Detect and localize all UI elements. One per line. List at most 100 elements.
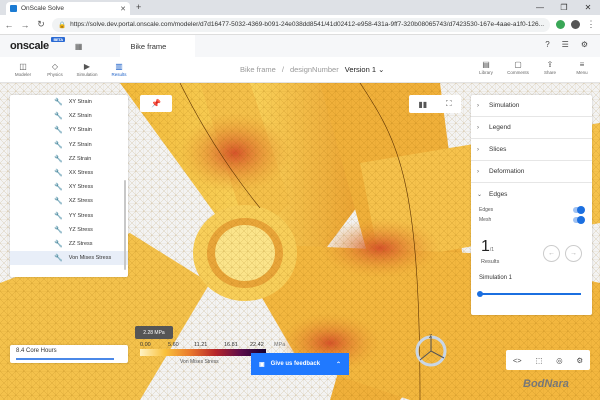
section-slices[interactable]: › Slices [471, 139, 592, 161]
close-tab-icon[interactable]: ✕ [120, 5, 126, 13]
back-icon[interactable]: ← [4, 20, 14, 30]
legend-tick: 22.42 [250, 342, 264, 348]
profile-icon[interactable] [571, 20, 580, 29]
list-item[interactable]: 🔧 ZZ Strain [10, 152, 128, 166]
feedback-button[interactable]: ▣ Give us feedback ⌃ [251, 353, 349, 375]
simulation-button[interactable]: ▶ Simulation [72, 62, 102, 77]
document-tab[interactable]: Bike frame [120, 35, 196, 57]
chevron-right-icon: › [477, 124, 479, 131]
new-tab-icon[interactable]: + [136, 2, 141, 12]
browser-tab[interactable]: OnScale Solve ✕ [6, 2, 130, 15]
forward-icon[interactable]: → [20, 20, 30, 30]
section-legend[interactable]: › Legend [471, 117, 592, 139]
pin-button[interactable]: 📌 [140, 95, 172, 112]
results-label: Results [111, 72, 127, 77]
breadcrumb-design[interactable]: designNumber [290, 65, 339, 74]
list-item[interactable]: 🔧 YZ Stress [10, 223, 128, 237]
next-result-button[interactable]: → [565, 245, 582, 262]
result-label: Von Mises Stress [68, 255, 112, 262]
breadcrumb: Bike frame / designNumber Version 1 ⌄ [240, 65, 384, 74]
orientation-triad[interactable]: Z [410, 330, 452, 372]
section-label: Edges [489, 190, 508, 198]
version-dropdown[interactable]: Version 1 ⌄ [345, 65, 385, 74]
wrench-icon: 🔧 [54, 184, 63, 192]
list-item-selected[interactable]: 🔧 Von Mises Stress [10, 251, 128, 266]
color-legend-bar [140, 349, 266, 356]
fit-view-icon[interactable]: ⛶ [446, 99, 452, 109]
simulation-slider[interactable] [477, 291, 581, 297]
menu-button[interactable]: ≡ Menu [570, 60, 594, 75]
help-icon[interactable]: ? [545, 40, 549, 49]
mesh-toggle[interactable] [573, 216, 585, 224]
core-hours-bar [16, 358, 114, 360]
toolbar-right: ▤ Library ▢ Comments ⇪ Share ≡ Menu [472, 60, 594, 75]
list-item[interactable]: 🔧 XX Stress [10, 166, 128, 180]
minimize-icon[interactable]: — [528, 0, 552, 15]
close-window-icon[interactable]: ✕ [576, 0, 600, 15]
address-bar: ← → ↻ 🔒 https://solve.dev.portal.onscale… [0, 15, 600, 35]
wrench-icon: 🔧 [54, 155, 63, 163]
wrench-icon: 🔧 [54, 255, 63, 263]
previous-result-button[interactable]: ← [543, 245, 560, 262]
mesh-label: Mesh [479, 217, 492, 223]
edges-toggle[interactable] [573, 206, 585, 214]
browser-tab-title: OnScale Solve [21, 5, 64, 12]
comments-button[interactable]: ▢ Comments [506, 60, 530, 75]
account-icon[interactable]: ⚙ [581, 40, 588, 49]
list-item[interactable]: 🔧 XZ Stress [10, 194, 128, 208]
legend-name: Von Mises Stress [180, 359, 219, 365]
result-label: XX Stress [68, 170, 94, 177]
result-label: XZ Strain [68, 113, 92, 120]
library-label: Library [479, 70, 493, 75]
library-button[interactable]: ▤ Library [474, 60, 498, 75]
wrench-icon: 🔧 [54, 113, 63, 121]
result-label: XY Stress [68, 184, 94, 191]
physics-icon: ◇ [51, 62, 59, 71]
chevron-down-icon: ⌄ [477, 191, 483, 198]
list-item[interactable]: 🔧 YY Stress [10, 209, 128, 223]
settings-sliders-icon[interactable]: ☰ [562, 40, 569, 49]
legend-tick: 5.60 [168, 342, 179, 348]
wrench-icon: 🔧 [54, 127, 63, 135]
browser-menu-icon[interactable]: ⋮ [586, 19, 596, 30]
list-item[interactable]: 🔧 XZ Strain [10, 109, 128, 123]
list-item[interactable]: 🔧 XY Strain [10, 95, 128, 109]
reload-icon[interactable]: ↻ [36, 19, 46, 30]
result-counter: 1/1 [481, 238, 494, 256]
bar-chart-icon[interactable]: ▮▮ [418, 100, 427, 109]
code-icon[interactable]: <> [513, 356, 522, 365]
url-field[interactable]: 🔒 https://solve.dev.portal.onscale.com/m… [52, 17, 550, 32]
section-edges[interactable]: ⌄ Edges [471, 183, 592, 205]
maximize-icon[interactable]: ❐ [552, 0, 576, 15]
apps-grid-icon[interactable]: ▦ [75, 42, 83, 51]
list-scrollbar[interactable] [124, 180, 126, 270]
chevron-right-icon: › [477, 168, 479, 175]
result-number: 1 [481, 238, 490, 255]
view-cube-icon[interactable]: ⬚ [535, 356, 542, 365]
legend-tick: 16.81 [224, 342, 238, 348]
gear-icon[interactable]: ⚙ [576, 356, 583, 365]
breadcrumb-project[interactable]: Bike frame [240, 65, 276, 74]
wrench-icon: 🔧 [54, 170, 63, 178]
wrench-icon: 🔧 [54, 226, 63, 234]
section-deformation[interactable]: › Deformation [471, 161, 592, 183]
list-item[interactable]: 🔧 XY Stress [10, 180, 128, 194]
share-button[interactable]: ⇪ Share [538, 60, 562, 75]
onscale-logo[interactable]: onscale BETA [10, 37, 65, 52]
extension-icon[interactable] [556, 20, 565, 29]
camera-icon[interactable]: ◎ [556, 356, 563, 365]
legend-unit: MPa [274, 342, 286, 348]
section-simulation[interactable]: › Simulation [471, 95, 592, 117]
list-item[interactable]: 🔧 YZ Strain [10, 138, 128, 152]
results-button[interactable]: ▥ Results [104, 62, 134, 77]
result-label: YZ Stress [68, 226, 93, 233]
list-item[interactable]: 🔧 ZZ Stress [10, 237, 128, 251]
browser-tab-bar: OnScale Solve ✕ + — ❐ ✕ [0, 0, 600, 15]
section-label: Slices [489, 146, 507, 153]
list-item[interactable]: 🔧 YY Strain [10, 123, 128, 137]
physics-button[interactable]: ◇ Physics [40, 62, 70, 77]
wrench-icon: 🔧 [54, 240, 63, 248]
feedback-icon: ▣ [259, 361, 265, 368]
results-label: Results [481, 259, 500, 265]
modeler-button[interactable]: ◫ Modeler [8, 62, 38, 77]
